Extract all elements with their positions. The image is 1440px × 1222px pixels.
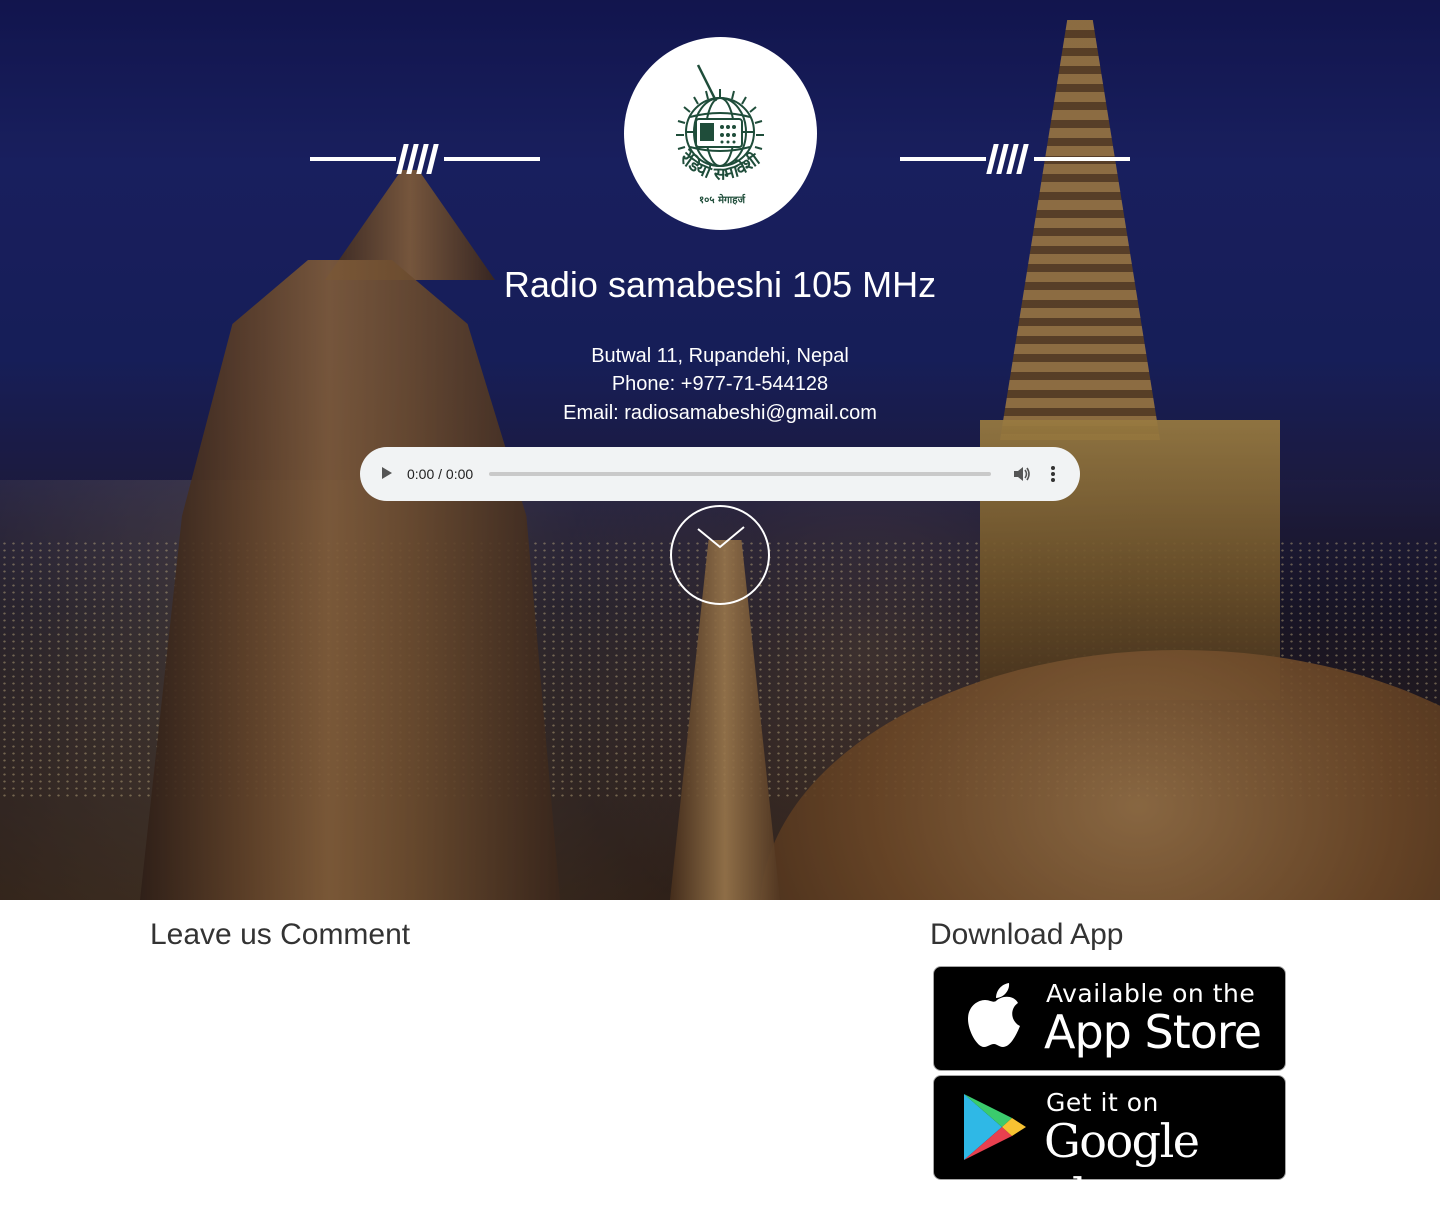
seek-bar[interactable] xyxy=(489,472,991,476)
play-icon[interactable] xyxy=(382,467,392,479)
station-address: Butwal 11, Rupandehi, Nepal xyxy=(591,345,849,367)
hero-banner: रेडियो समावेशी १०५ मेगाहर्ज Radio samabe… xyxy=(0,0,1440,900)
google-play-big-text: Google play xyxy=(1044,1114,1200,1222)
apple-icon xyxy=(968,983,1020,1047)
chevron-down-icon xyxy=(697,526,745,549)
google-play-small-text: Get it on xyxy=(1046,1088,1159,1117)
player-time: 0:00 / 0:00 xyxy=(407,466,474,482)
comments-heading: Leave us Comment xyxy=(150,918,411,951)
logo-subtext: १०५ मेगाहर्ज xyxy=(699,193,746,206)
google-play-icon xyxy=(964,1094,1026,1160)
app-store-small-text: Available on the xyxy=(1046,979,1256,1008)
google-play-button[interactable]: Get it on Google play xyxy=(933,1075,1286,1222)
station-phone: Phone: +977-71-544128 xyxy=(611,373,829,395)
decorative-divider-right xyxy=(900,144,1130,174)
volume-icon[interactable] xyxy=(1012,464,1032,484)
station-email: Email: radiosamabeshi@gmail.com xyxy=(563,402,877,424)
station-title: Radio samabeshi 105 MHz xyxy=(503,264,937,305)
more-vertical-icon[interactable] xyxy=(1051,466,1055,482)
app-store-big-text: App Store xyxy=(1044,1005,1262,1059)
download-heading: Download App xyxy=(930,918,1124,951)
scroll-down-button[interactable] xyxy=(670,505,770,605)
audio-player[interactable]: 0:00 / 0:00 xyxy=(360,447,1080,501)
logo-text: रेडियो समावेशी xyxy=(675,147,765,184)
app-store-button[interactable]: Available on the App Store xyxy=(933,966,1286,1071)
decorative-divider-left xyxy=(310,144,540,174)
radio-globe-icon: रेडियो समावेशी १०५ मेगाहर्ज xyxy=(675,64,765,206)
station-logo: रेडियो समावेशी १०५ मेगाहर्ज xyxy=(624,37,817,230)
